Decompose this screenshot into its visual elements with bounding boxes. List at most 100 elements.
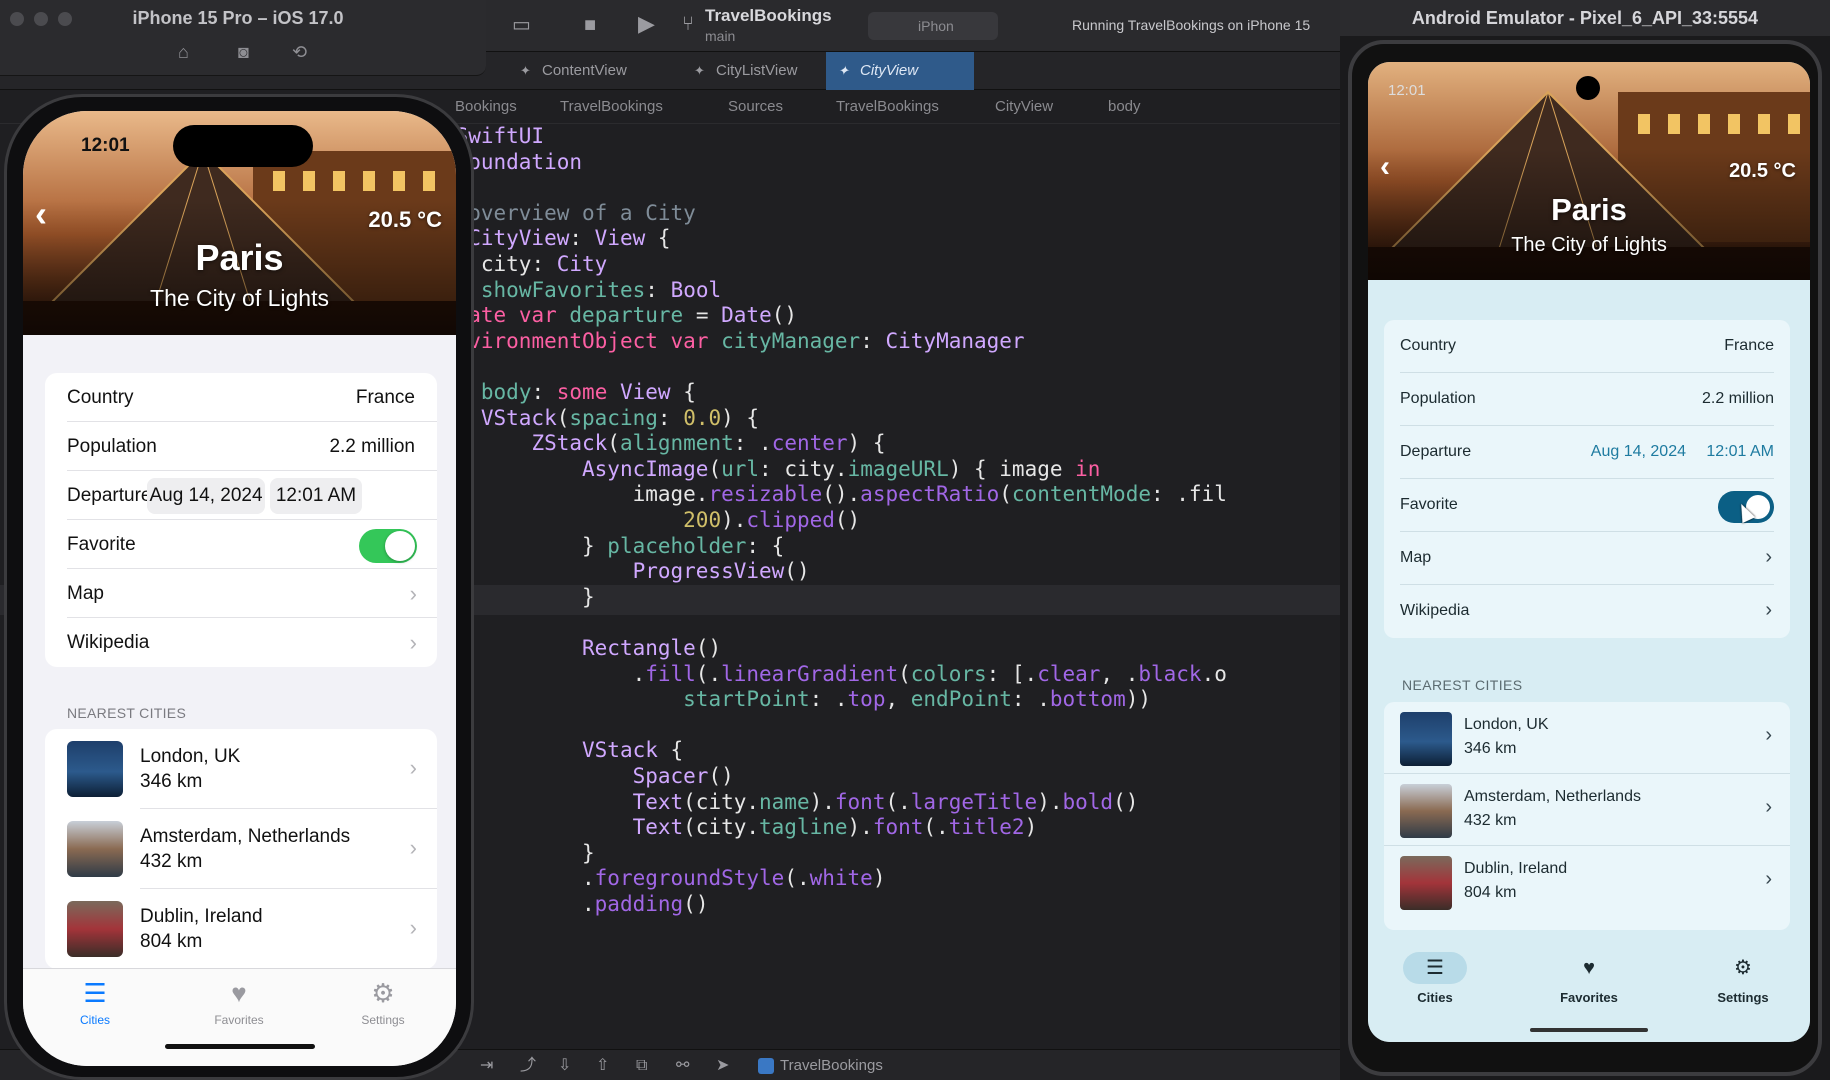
memory-graph-icon[interactable]: ⚯	[676, 1056, 689, 1076]
tab-label: CityView	[860, 62, 919, 79]
tab-contentview[interactable]: ✦ ContentView	[508, 52, 678, 90]
nearest-cities-header: NEAREST CITIES	[1402, 677, 1523, 693]
sidebar-toggle-icon[interactable]: ▭	[512, 15, 531, 35]
departure-label: Departure	[67, 485, 152, 506]
country-value: France	[1724, 337, 1774, 354]
status-time: 12:01	[81, 135, 130, 156]
favorite-label: Favorite	[67, 534, 136, 555]
departure-row: Departure Aug 14, 2024 12:01 AM	[45, 471, 437, 520]
city-title: Paris	[1551, 192, 1627, 227]
breadcrumb-item[interactable]: CityView	[995, 90, 1053, 123]
nearest-cities-list: London, UK 346 km › Amsterdam, Netherlan…	[45, 729, 437, 969]
london-thumbnail	[67, 741, 123, 797]
tab-label: Cities	[79, 1013, 110, 1027]
dublin-thumbnail	[1400, 856, 1452, 910]
scheme-name[interactable]: TravelBookings	[705, 6, 832, 26]
swift-file-icon: ✦	[838, 63, 849, 78]
dublin-thumbnail	[67, 901, 123, 957]
list-item[interactable]: London, UK 346 km ›	[1384, 702, 1790, 774]
breadcrumb-item[interactable]: TravelBookings	[560, 90, 663, 123]
country-row: Country France	[45, 373, 437, 422]
back-chevron-icon[interactable]: ‹	[35, 193, 47, 235]
chevron-right-icon: ›	[409, 755, 417, 780]
nav-label: Cities	[1417, 990, 1453, 1005]
tab-label: Favorites	[214, 1013, 264, 1027]
wikipedia-label: Wikipedia	[1400, 602, 1470, 619]
back-chevron-icon[interactable]: ‹	[1380, 150, 1390, 184]
step-in-icon[interactable]: ⇧	[596, 1056, 609, 1076]
population-value: 2.2 million	[1701, 390, 1774, 407]
wikipedia-row[interactable]: Wikipedia ›	[1384, 585, 1790, 638]
run-destination[interactable]: iPhon	[868, 12, 998, 40]
tab-citylistview[interactable]: ✦ CityListView	[682, 52, 822, 90]
app-icon	[758, 1058, 774, 1074]
home-icon[interactable]: ⌂	[178, 42, 189, 63]
tab-cityview[interactable]: ✦ CityView	[826, 52, 974, 90]
tab-label: Settings	[361, 1013, 405, 1027]
list-item[interactable]: London, UK 346 km ›	[45, 729, 437, 809]
map-row[interactable]: Map ›	[45, 569, 437, 618]
city-name: Amsterdam, Netherlands	[1464, 788, 1641, 805]
departure-date-picker[interactable]: Aug 14, 2024	[1591, 443, 1686, 461]
tab-cities[interactable]: ☰ Cities	[45, 977, 145, 1027]
navigation-bar: ☰ Cities ♥ Favorites ⚙ Settings	[1368, 938, 1810, 1042]
list-item[interactable]: Amsterdam, Netherlands 432 km ›	[1384, 774, 1790, 846]
location-icon[interactable]: ➤	[716, 1056, 729, 1076]
gesture-bar[interactable]	[1530, 1028, 1648, 1032]
iphone-frame: 12:01 ‹ 20.5 °C Paris The City of Lights…	[4, 94, 474, 1080]
tab-favorites[interactable]: ♥ Favorites	[189, 977, 289, 1027]
departure-date-picker[interactable]: Aug 14, 2024	[147, 478, 265, 514]
chevron-right-icon: ›	[1765, 868, 1772, 890]
city-name: Amsterdam, Netherlands	[140, 826, 351, 847]
temperature: 20.5 °C	[1729, 160, 1796, 182]
departure-row: Departure Aug 14, 2024 12:01 AM	[1384, 426, 1790, 479]
favorite-label: Favorite	[1400, 496, 1458, 513]
heart-icon: ♥	[1583, 957, 1595, 979]
wikipedia-row[interactable]: Wikipedia ›	[45, 618, 437, 667]
details-card: Country France Population 2.2 million De…	[1384, 320, 1790, 638]
heart-icon: ♥	[231, 978, 247, 1008]
list-item[interactable]: Amsterdam, Netherlands 432 km ›	[45, 809, 437, 889]
breadcrumb-item[interactable]: body	[1108, 90, 1141, 123]
chevron-right-icon: ›	[1765, 724, 1772, 746]
nearest-cities-header: NEAREST CITIES	[67, 705, 187, 721]
city-distance: 432 km	[140, 851, 203, 872]
country-value: France	[355, 387, 415, 408]
rotate-icon[interactable]: ⟲	[292, 42, 307, 63]
map-label: Map	[1400, 549, 1432, 566]
chevron-right-icon: ›	[409, 630, 417, 655]
departure-time-picker[interactable]: 12:01 AM	[1706, 443, 1774, 461]
list-icon: ☰	[83, 978, 107, 1008]
nearest-cities-list: London, UK 346 km › Amsterdam, Netherlan…	[1384, 702, 1790, 930]
list-item[interactable]: Dublin, Ireland 804 km ›	[45, 889, 437, 969]
screenshot-icon[interactable]: ◙	[238, 42, 249, 63]
home-indicator[interactable]	[165, 1044, 315, 1049]
map-row[interactable]: Map ›	[1384, 532, 1790, 585]
run-icon[interactable]: ▶	[638, 13, 655, 35]
step-over-icon[interactable]: ⇩	[558, 1056, 571, 1076]
city-distance: 804 km	[1464, 884, 1517, 901]
continue-icon[interactable]: ⤴	[520, 1056, 536, 1076]
swift-file-icon: ✦	[520, 63, 531, 78]
nav-label: Favorites	[1560, 990, 1618, 1005]
amsterdam-thumbnail	[1400, 784, 1452, 838]
nav-favorites[interactable]: ♥ Favorites	[1534, 952, 1644, 1005]
list-item[interactable]: Dublin, Ireland 804 km ›	[1384, 846, 1790, 918]
chevron-right-icon: ›	[1765, 599, 1772, 621]
tab-label: CityListView	[716, 62, 798, 79]
stop-icon[interactable]: ■	[584, 15, 596, 35]
breadcrumb-item[interactable]: TravelBookings	[836, 90, 939, 123]
camera-cutout	[1576, 76, 1600, 100]
nav-cities[interactable]: ☰ Cities	[1380, 952, 1490, 1005]
tab-settings[interactable]: ⚙ Settings	[333, 977, 433, 1027]
population-value: 2.2 million	[329, 436, 415, 457]
favorite-row: Favorite	[45, 520, 437, 569]
breadcrumb-item[interactable]: Sources	[728, 90, 783, 123]
swift-file-icon: ✦	[694, 63, 705, 78]
view-hierarchy-icon[interactable]: ⧉	[636, 1056, 647, 1076]
city-distance: 346 km	[1464, 740, 1517, 757]
departure-time-picker[interactable]: 12:01 AM	[270, 478, 362, 514]
nav-settings[interactable]: ⚙ Settings	[1688, 952, 1798, 1005]
city-hero-image: 12:01 ‹ 20.5 °C Paris The City of Lights	[23, 111, 456, 335]
favorite-toggle[interactable]	[359, 529, 417, 563]
